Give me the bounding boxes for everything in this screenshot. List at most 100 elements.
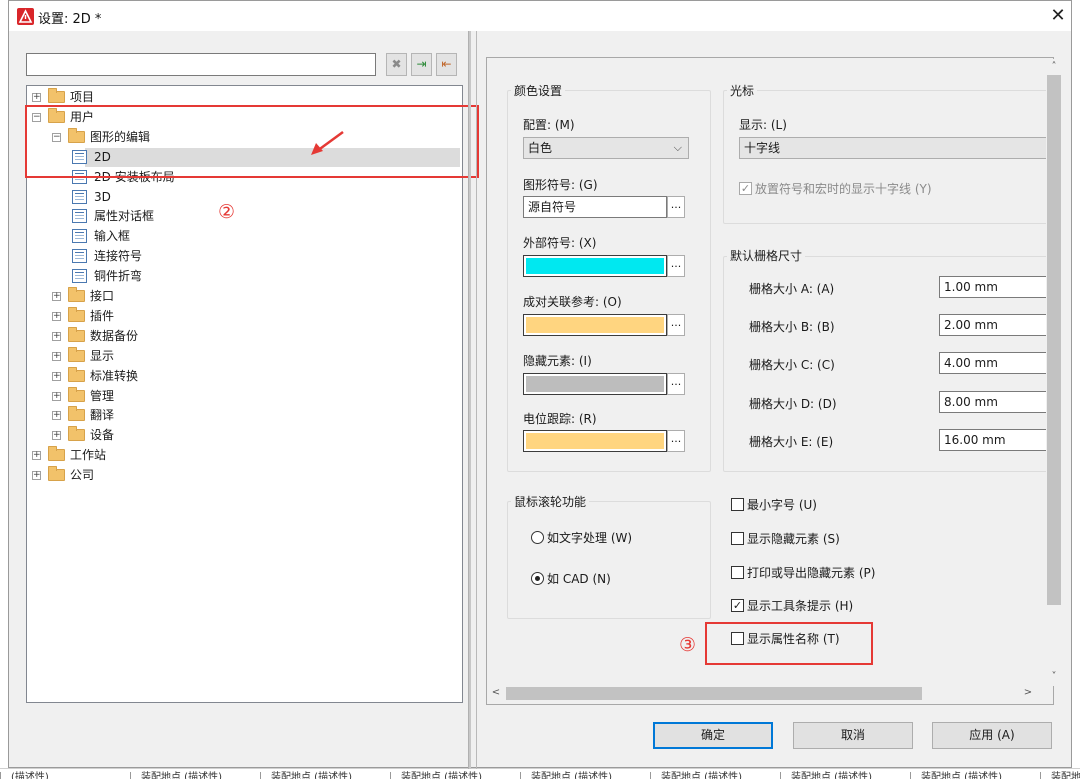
background-strip-cell: 装配地点 (描述性): [130, 772, 260, 779]
expand-icon[interactable]: +: [52, 371, 61, 381]
folder-icon: [68, 366, 85, 382]
folder-icon: [68, 326, 85, 342]
grid-size-input[interactable]: 2.00 mm: [939, 314, 1051, 337]
tree-node-label: 插件: [90, 308, 115, 323]
tree-node[interactable]: 属性对话框: [27, 207, 457, 226]
scroll-left-icon[interactable]: <: [488, 687, 504, 698]
background-app-left: [0, 0, 8, 768]
external-symbol-label: 外部符号: (X): [523, 236, 597, 250]
potential-trace-color[interactable]: [523, 430, 667, 452]
print-hidden-label: 打印或导出隐藏元素 (P): [747, 566, 876, 580]
background-strip-cell: 装配地点 (描述性): [780, 772, 910, 779]
pair-reference-color[interactable]: [523, 314, 667, 336]
settings-page-icon: [72, 189, 87, 204]
tree-node[interactable]: + 标准转换: [27, 366, 457, 386]
crosshair-checkbox[interactable]: ✓: [739, 182, 752, 195]
tree-node[interactable]: + 设备: [27, 426, 457, 445]
tree-node-label: 接口: [90, 289, 115, 303]
expand-icon[interactable]: +: [52, 311, 61, 321]
hidden-element-color[interactable]: [523, 373, 667, 395]
search-input[interactable]: [26, 53, 376, 76]
tree-node[interactable]: + 接口: [27, 287, 457, 306]
expand-icon[interactable]: +: [52, 411, 61, 421]
wheel-word-radio[interactable]: [531, 531, 544, 544]
tree-node-label: 工作站: [70, 448, 107, 463]
scroll-down-icon[interactable]: ˅: [1046, 671, 1062, 682]
annotation-box-2d: [25, 105, 479, 178]
config-label: 配置: (M): [523, 118, 575, 132]
grid-size-input[interactable]: 16.00 mm: [939, 428, 1051, 451]
show-hidden-label: 显示隐藏元素 (S): [747, 532, 840, 546]
tree-node-label: 属性对话框: [94, 209, 155, 224]
expand-icon[interactable]: +: [52, 431, 61, 441]
config-select[interactable]: 白色 ⌵: [523, 137, 689, 159]
potential-color-button[interactable]: ...: [667, 430, 685, 452]
tree-node[interactable]: 铜件折弯: [27, 267, 457, 286]
folder-icon: [48, 466, 65, 482]
symbol-label: 图形符号: (G): [523, 178, 598, 192]
tree-node-label: 管理: [90, 388, 115, 403]
background-app-strip: (描述性) 装配地点 (描述性) 装配地点 (描述性) 装配地点 (描述性) 装配地点 …: [0, 768, 1080, 779]
cancel-button[interactable]: 取消: [793, 722, 913, 749]
expand-icon[interactable]: +: [52, 292, 61, 301]
background-strip-cell: 装配地点 (描述性): [1040, 772, 1080, 779]
external-color-button[interactable]: ...: [667, 255, 685, 277]
scroll-right-icon[interactable]: >: [1020, 687, 1036, 698]
print-hidden-checkbox[interactable]: [731, 566, 744, 579]
min-font-label: 最小字号 (U): [747, 498, 817, 512]
pane-splitter[interactable]: [468, 31, 471, 769]
settings-page-icon: [72, 249, 87, 264]
color-swatch: [526, 317, 664, 333]
tree-node[interactable]: 输入框: [27, 227, 457, 246]
wheel-cad-radio[interactable]: [531, 572, 544, 585]
expand-icon[interactable]: +: [52, 351, 61, 361]
tree-node[interactable]: + 插件: [27, 306, 457, 326]
apply-button[interactable]: 应用 (A): [932, 722, 1052, 749]
show-tips-checkbox[interactable]: ✓: [731, 599, 744, 612]
expand-icon[interactable]: +: [52, 391, 61, 401]
tree-node[interactable]: 连接符号: [27, 247, 457, 266]
chevron-down-icon: ⌵: [673, 141, 682, 154]
cursor-display-select[interactable]: 十字线: [739, 137, 1049, 159]
clear-search-icon[interactable]: ✖: [386, 53, 407, 76]
expand-icon[interactable]: +: [32, 471, 41, 481]
show-tips-label: 显示工具条提示 (H): [747, 599, 854, 613]
symbol-browse-button[interactable]: ...: [667, 196, 685, 218]
grid-size-input[interactable]: 4.00 mm: [939, 352, 1051, 375]
window-title: 设置: 2D *: [38, 12, 102, 27]
export-icon[interactable]: ⇤: [436, 53, 457, 76]
grid-size-input[interactable]: 1.00 mm: [939, 276, 1051, 298]
horizontal-scroll-thumb[interactable]: [506, 687, 922, 700]
expand-icon[interactable]: +: [52, 331, 61, 341]
show-hidden-checkbox[interactable]: [731, 532, 744, 545]
tree-node[interactable]: + 翻译: [27, 406, 457, 425]
folder-icon: [68, 406, 85, 422]
import-icon[interactable]: ⇥: [411, 53, 432, 76]
tree-node[interactable]: + 显示: [27, 346, 457, 366]
scroll-up-icon[interactable]: ˄: [1046, 61, 1062, 72]
tree-node[interactable]: 3D: [27, 188, 457, 207]
tree-node-label: 公司: [70, 468, 95, 483]
ok-button[interactable]: 确定: [653, 722, 773, 749]
tree-node[interactable]: + 工作站: [27, 446, 457, 465]
pair-color-button[interactable]: ...: [667, 314, 685, 336]
grid-size-input[interactable]: 8.00 mm: [939, 390, 1051, 413]
background-strip-cell: (描述性): [0, 772, 130, 779]
tree-node[interactable]: + 管理: [27, 386, 457, 406]
folder-icon: [68, 346, 85, 362]
expand-icon[interactable]: +: [32, 93, 41, 102]
min-font-checkbox[interactable]: [731, 498, 744, 511]
external-symbol-color[interactable]: [523, 255, 667, 277]
folder-icon: [68, 426, 85, 442]
tree-node-label: 设备: [90, 428, 115, 443]
hidden-color-button[interactable]: ...: [667, 373, 685, 395]
hidden-element-label: 隐藏元素: (I): [523, 354, 592, 368]
grid-size-label: 栅格大小 A: (A): [749, 282, 835, 296]
tree-node[interactable]: + 数据备份: [27, 326, 457, 346]
tree-node[interactable]: + 公司: [27, 466, 457, 485]
vertical-scroll-thumb[interactable]: [1047, 75, 1061, 605]
annotation-box-attr: [705, 622, 873, 665]
expand-icon[interactable]: +: [32, 451, 41, 461]
close-icon[interactable]: ✕: [1047, 5, 1069, 27]
symbol-field[interactable]: 源自符号: [523, 196, 667, 218]
